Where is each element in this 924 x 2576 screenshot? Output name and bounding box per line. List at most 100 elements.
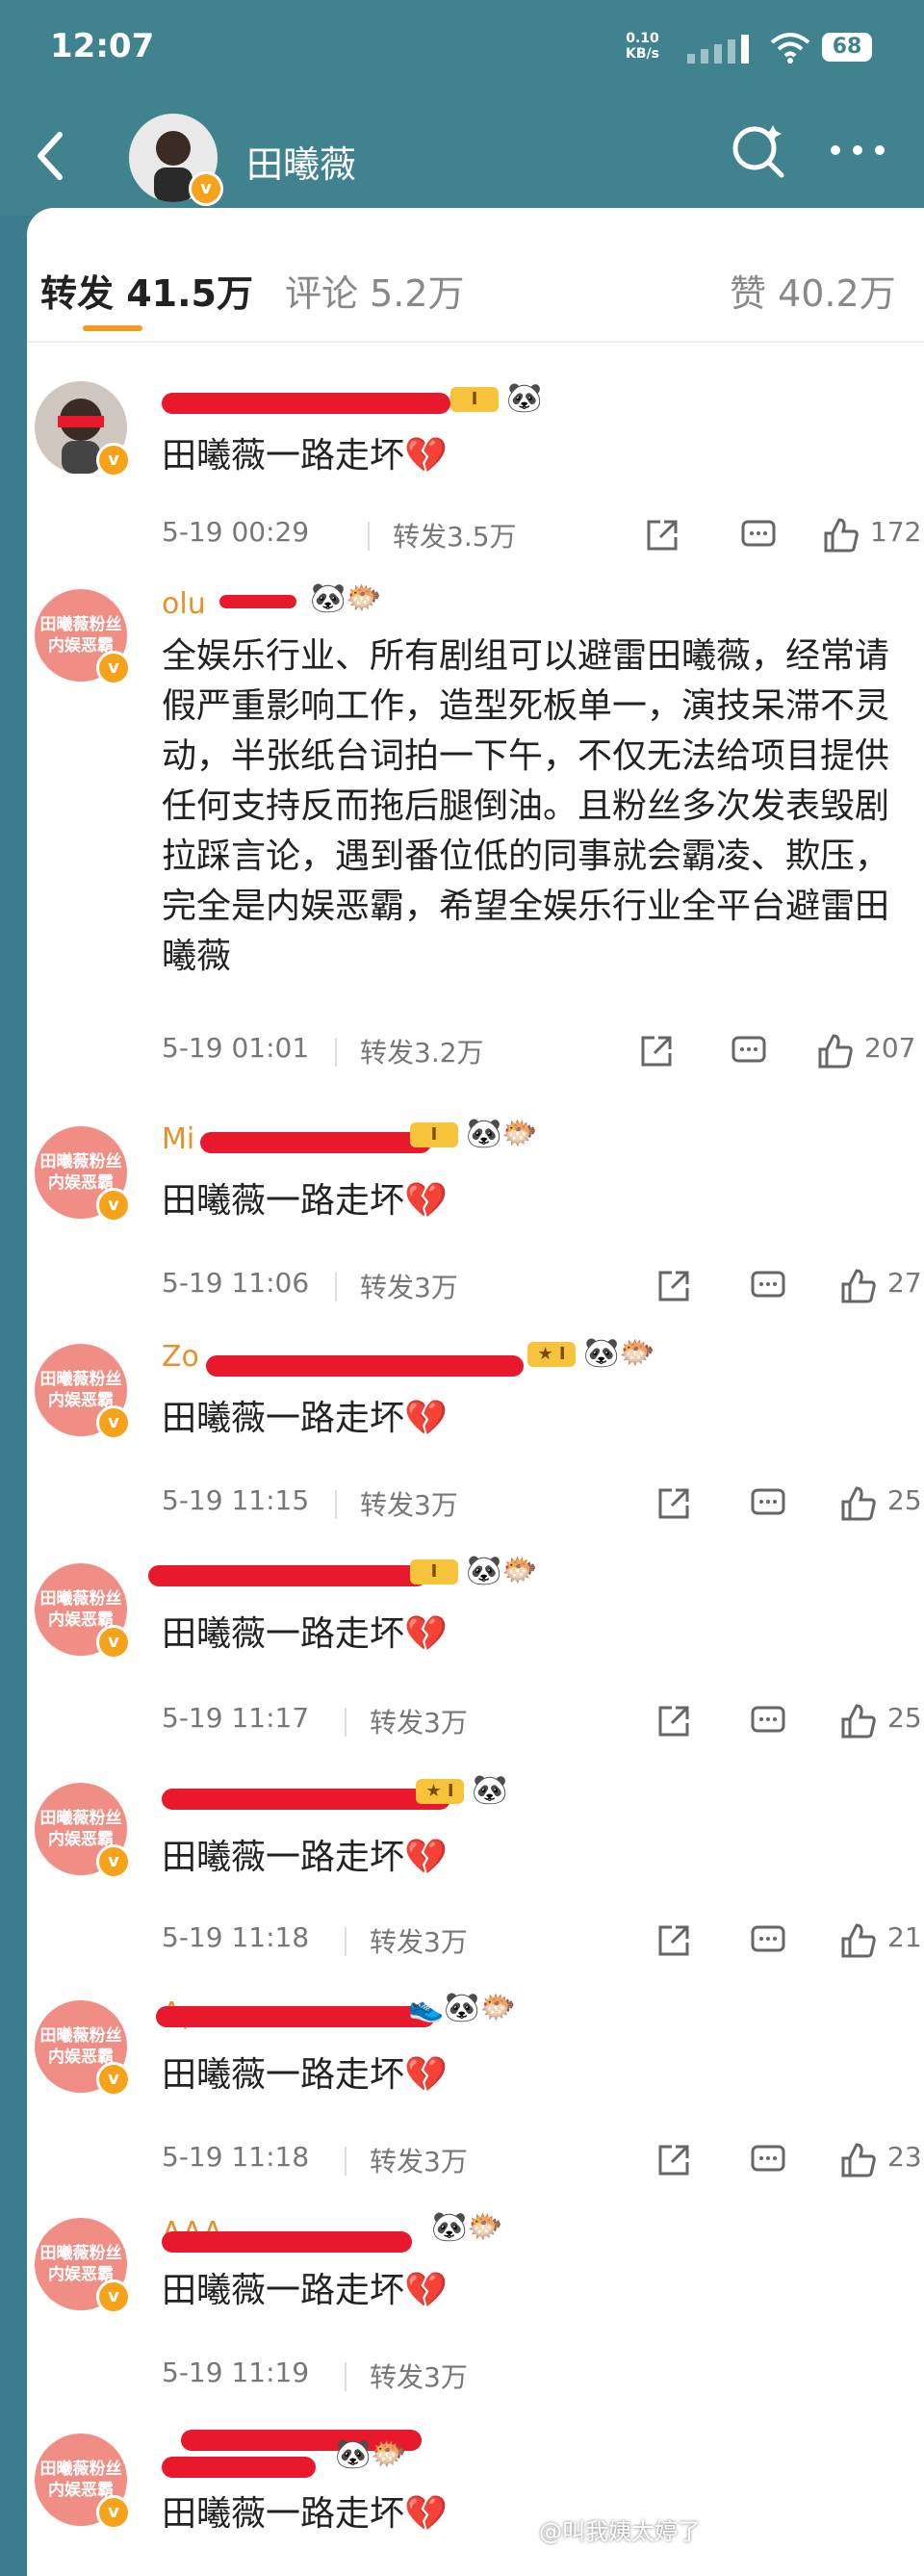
post-content: 田曦薇一路走坏💔 xyxy=(162,2494,448,2534)
avatar[interactable]: 田曦薇粉丝内娱恶霸 v xyxy=(35,1126,131,1223)
net-speed-unit: KB/s xyxy=(626,46,659,62)
avatar[interactable]: 田曦薇粉丝内娱恶霸 v xyxy=(35,2218,131,2314)
redaction-mark xyxy=(162,2231,412,2253)
like-icon[interactable] xyxy=(822,516,860,554)
post-time: 5-19 11:19 xyxy=(162,2357,310,2388)
search-icon[interactable] xyxy=(728,119,789,181)
verified-badge-icon: v xyxy=(96,2495,131,2530)
fish-icon: 🐡 xyxy=(371,2437,407,2471)
fish-icon: 🐡 xyxy=(467,2210,503,2244)
signal-icon xyxy=(687,35,749,64)
like-icon[interactable] xyxy=(839,1702,878,1740)
more-options-icon[interactable] xyxy=(824,119,891,181)
share-icon[interactable] xyxy=(643,516,681,554)
like-icon[interactable] xyxy=(839,1484,878,1523)
redaction-mark xyxy=(148,1565,427,1586)
comment-icon[interactable] xyxy=(749,1921,787,1960)
post-time: 5-19 01:01 xyxy=(162,1032,310,1064)
panda-icon: 🐼 xyxy=(310,581,346,615)
post-time: 5-19 11:18 xyxy=(162,2141,310,2173)
sneaker-icon: 👟 xyxy=(408,1991,445,2024)
post-content: 田曦薇一路走坏💔 xyxy=(162,1838,448,1877)
avatar[interactable]: 田曦薇粉丝内娱恶霸 v xyxy=(35,589,131,685)
status-bar: 12:07 0.10 KB/s 68 xyxy=(0,0,924,100)
share-icon[interactable] xyxy=(654,1921,693,1960)
redaction-mark xyxy=(206,1355,524,1377)
avatar[interactable]: 田曦薇粉丝内娱恶霸 v xyxy=(35,2434,131,2530)
post-meta: 5-19 00:29 转发3.5万 172 xyxy=(162,516,922,554)
comment-icon[interactable] xyxy=(749,1484,787,1523)
verified-badge-icon: v xyxy=(96,1188,131,1223)
like-icon[interactable] xyxy=(839,2141,878,2179)
like-icon[interactable] xyxy=(839,1921,878,1960)
like-count: 25 xyxy=(887,1484,922,1516)
tab-comments[interactable]: 评论 5.2万 xyxy=(285,264,465,317)
user-badges: 🐼🐡 xyxy=(431,2210,503,2244)
redaction-mark xyxy=(162,2457,316,2478)
avatar[interactable]: 田曦薇粉丝内娱恶霸 v xyxy=(35,2000,131,2097)
back-arrow-icon[interactable] xyxy=(31,127,69,185)
avatar[interactable]: 田曦薇粉丝内娱恶霸 v xyxy=(35,1344,131,1440)
share-icon[interactable] xyxy=(654,1267,693,1305)
battery-indicator: 68 xyxy=(822,33,872,62)
like-icon[interactable] xyxy=(816,1032,855,1070)
verified-badge-icon: v xyxy=(96,2062,131,2097)
avatar[interactable]: 田曦薇粉丝内娱恶霸 v xyxy=(35,1563,131,1660)
repost-count: 转发3万 xyxy=(360,1489,458,1521)
post-meta: 5-19 11:19 转发3万 xyxy=(162,2357,922,2395)
username[interactable]: Zo xyxy=(162,1340,199,1374)
page-title: 田曦薇 xyxy=(246,143,357,186)
share-icon[interactable] xyxy=(654,1702,693,1740)
post-meta: 5-19 11:06 转发3万 27 xyxy=(162,1267,922,1305)
panda-icon: 🐼 xyxy=(472,1773,508,1807)
share-icon[interactable] xyxy=(654,1484,693,1523)
user-badges: I 🐼 xyxy=(450,381,542,415)
post-content: 田曦薇一路走坏💔 xyxy=(162,1614,448,1654)
repost-count: 转发3万 xyxy=(370,1926,468,1958)
redaction-mark xyxy=(162,393,450,414)
user-badges: 🐼🐡 xyxy=(310,581,382,615)
fish-icon: 🐡 xyxy=(619,1336,655,1370)
avatar[interactable]: v xyxy=(35,381,131,477)
divider xyxy=(345,2147,346,2176)
level-badge: ★ I xyxy=(527,1341,576,1367)
tab-likes[interactable]: 赞 40.2万 xyxy=(730,264,896,317)
share-icon[interactable] xyxy=(637,1032,676,1070)
post-time: 5-19 11:15 xyxy=(162,1484,310,1516)
post-time: 5-19 11:06 xyxy=(162,1267,310,1299)
panda-icon: 🐼 xyxy=(466,1117,502,1150)
post-content: 田曦薇一路走坏💔 xyxy=(162,2271,448,2310)
verified-badge-icon: v xyxy=(96,443,131,477)
divider xyxy=(368,522,370,551)
comment-icon[interactable] xyxy=(730,1032,768,1070)
user-badges: 🐼🐡 xyxy=(335,2437,407,2471)
post-content: 田曦薇一路走坏💔 xyxy=(162,436,448,476)
level-badge: I xyxy=(450,386,499,412)
post-meta: 5-19 01:01 转发3.2万 207 xyxy=(162,1032,922,1070)
verified-badge-icon: v xyxy=(96,2280,131,2314)
status-time: 12:07 xyxy=(50,27,155,65)
tab-reposts[interactable]: 转发 41.5万 xyxy=(40,264,253,317)
like-count: 172 xyxy=(870,516,922,548)
panda-icon: 🐼 xyxy=(583,1336,620,1370)
divider xyxy=(345,1927,346,1956)
share-icon[interactable] xyxy=(654,2141,693,2179)
post-content: 田曦薇一路走坏💔 xyxy=(162,1181,448,1221)
comment-icon[interactable] xyxy=(739,516,778,554)
comment-icon[interactable] xyxy=(749,1702,787,1740)
post-time: 5-19 00:29 xyxy=(162,516,310,548)
user-badges: ★ I 🐼 xyxy=(416,1773,507,1807)
nav-bar: v 田曦薇 xyxy=(0,100,924,216)
repost-count: 转发3.2万 xyxy=(360,1037,484,1069)
post-meta: 5-19 11:18 转发3万 23 xyxy=(162,2141,922,2179)
like-icon[interactable] xyxy=(839,1267,878,1305)
comment-icon[interactable] xyxy=(749,1267,787,1305)
username[interactable]: Mi xyxy=(162,1122,194,1156)
level-badge: ★ I xyxy=(416,1778,464,1804)
username[interactable]: olu xyxy=(162,587,206,621)
repost-count: 转发3万 xyxy=(360,1272,458,1303)
user-badges: I 🐼🐡 xyxy=(410,1554,538,1587)
comment-icon[interactable] xyxy=(749,2141,787,2179)
avatar[interactable]: 田曦薇粉丝内娱恶霸 v xyxy=(35,1783,131,1879)
divider xyxy=(335,1273,337,1301)
